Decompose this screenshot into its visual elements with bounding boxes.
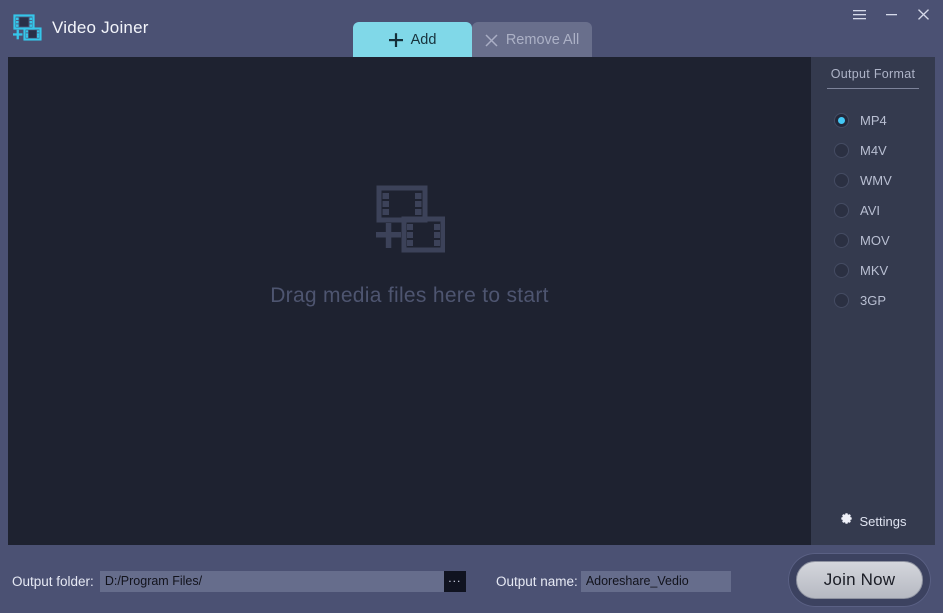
- main-content: Drag media files here to start Output Fo…: [8, 57, 935, 545]
- film-plus-icon: [12, 14, 42, 42]
- format-label: WMV: [860, 172, 892, 188]
- format-label: MOV: [860, 232, 890, 248]
- title-bar: Video Joiner Add Remove All: [0, 0, 943, 58]
- tab-add[interactable]: Add: [353, 22, 472, 58]
- browse-folder-button[interactable]: ...: [443, 570, 466, 592]
- tab-remove-all-label: Remove All: [505, 32, 580, 48]
- hamburger-menu-icon[interactable]: [845, 1, 873, 27]
- format-option-wmv[interactable]: WMV: [834, 165, 935, 195]
- format-option-m4v[interactable]: M4V: [834, 135, 935, 165]
- format-label: MP4: [860, 112, 887, 128]
- format-option-avi[interactable]: AVI: [834, 195, 935, 225]
- toolbar-tabs: Add Remove All: [353, 22, 592, 58]
- media-dropzone[interactable]: Drag media files here to start: [8, 57, 811, 545]
- dropzone-message: Drag media files here to start: [270, 283, 549, 307]
- output-format-panel: Output Format MP4 M4V WMV AVI MOV MKV 3G…: [811, 57, 935, 545]
- radio-avi[interactable]: [834, 202, 849, 218]
- join-now-button[interactable]: Join Now: [796, 561, 923, 599]
- join-button-wrapper: Join Now: [788, 553, 931, 607]
- format-option-mov[interactable]: MOV: [834, 225, 935, 255]
- film-plus-icon: [375, 185, 445, 258]
- format-option-mkv[interactable]: MKV: [834, 255, 935, 285]
- output-name-input[interactable]: [580, 570, 731, 592]
- format-option-list: MP4 M4V WMV AVI MOV MKV 3GP: [811, 105, 935, 315]
- minimize-icon[interactable]: [877, 1, 905, 27]
- window-controls: [845, 0, 937, 28]
- output-name-row: Output name:: [496, 570, 731, 592]
- output-folder-input[interactable]: [99, 570, 444, 592]
- output-folder-label: Output folder:: [12, 573, 94, 589]
- gear-icon: [840, 512, 853, 530]
- plus-icon: [388, 33, 403, 47]
- panel-divider: [827, 88, 919, 89]
- output-name-label: Output name:: [496, 573, 578, 589]
- cross-icon: [485, 33, 498, 47]
- radio-mkv[interactable]: [834, 262, 849, 278]
- format-option-3gp[interactable]: 3GP: [834, 285, 935, 315]
- output-folder-row: Output folder: ...: [12, 570, 466, 592]
- format-label: AVI: [860, 202, 880, 218]
- settings-button[interactable]: Settings: [811, 512, 935, 530]
- close-icon[interactable]: [909, 1, 937, 27]
- radio-wmv[interactable]: [834, 172, 849, 188]
- radio-3gp[interactable]: [834, 292, 849, 308]
- app-title: Video Joiner: [52, 18, 149, 37]
- tab-add-label: Add: [410, 32, 437, 48]
- radio-mp4[interactable]: [834, 112, 849, 128]
- format-label: MKV: [860, 262, 889, 278]
- ellipsis-icon: ...: [448, 571, 462, 585]
- dropzone-inner: Drag media files here to start: [270, 185, 549, 308]
- app-window: Video Joiner Add Remove All Drag media f…: [0, 0, 943, 613]
- radio-mov[interactable]: [834, 232, 849, 248]
- settings-label: Settings: [859, 513, 907, 529]
- format-option-mp4[interactable]: MP4: [834, 105, 935, 135]
- format-label: M4V: [860, 142, 887, 158]
- app-brand: Video Joiner: [12, 12, 149, 44]
- output-format-title: Output Format: [830, 67, 916, 81]
- tab-remove-all[interactable]: Remove All: [472, 22, 592, 58]
- radio-m4v[interactable]: [834, 142, 849, 158]
- format-label: 3GP: [860, 292, 887, 308]
